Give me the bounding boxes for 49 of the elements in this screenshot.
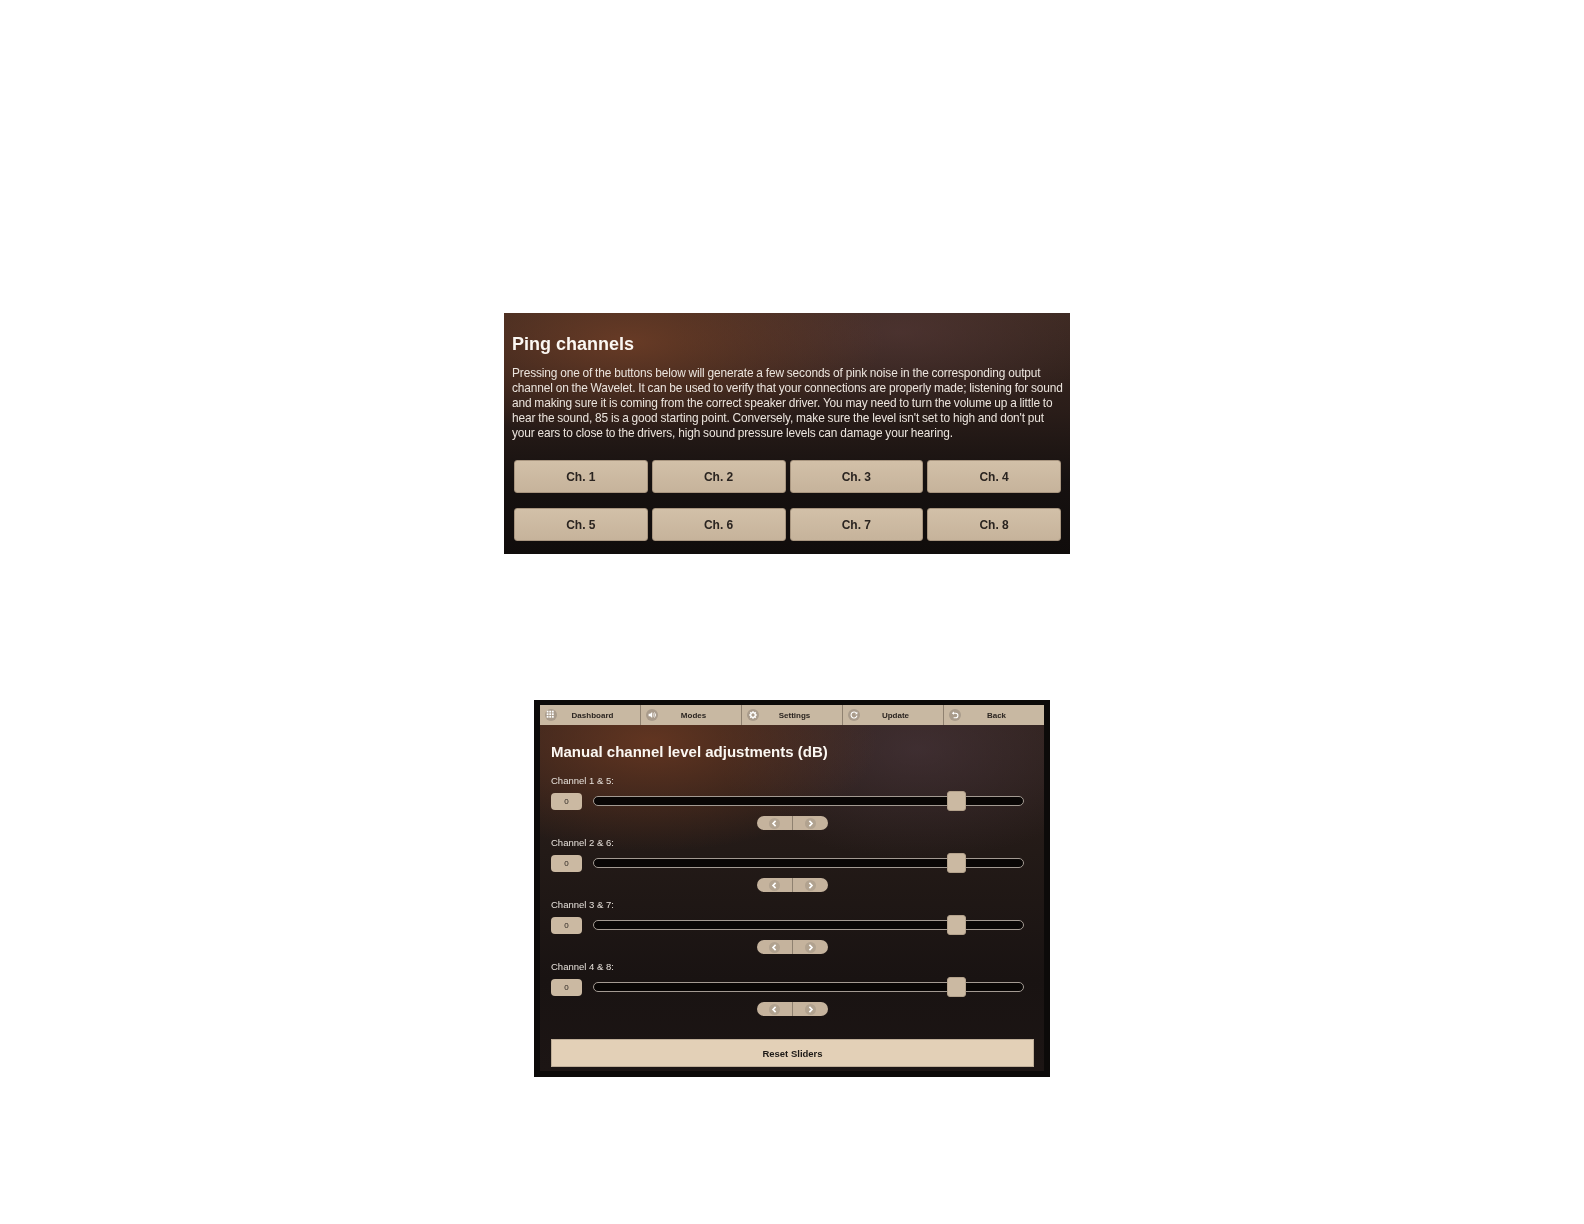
- slider-track[interactable]: [593, 915, 1024, 935]
- chevron-left-icon: [768, 879, 780, 891]
- step-left-button[interactable]: [757, 940, 793, 954]
- slider-thumb[interactable]: [947, 977, 967, 997]
- slider-track[interactable]: [593, 853, 1024, 873]
- panel-title: Ping channels: [512, 333, 636, 355]
- grid-icon: [545, 709, 557, 721]
- chevron-left-icon: [768, 941, 780, 953]
- gear-icon: [747, 709, 759, 721]
- value-field[interactable]: 0: [551, 792, 582, 810]
- undo-icon: [949, 709, 961, 721]
- step-right-button[interactable]: [792, 878, 828, 892]
- slider-track[interactable]: [593, 791, 1024, 811]
- description-text: Pressing one of the buttons below will generate a few seconds of pink noise in the corresponding output channel on the Wavelet. It can be used to verify that your connections are properly made; listening for sound and making sure it is coming from the correct speaker driver. You may need to turn the volume up a little to hear the sound, 85 is a good starting point. Conversely, make sure the level isn't set to high and don't put your ears to close to the drivers, high sound pressure levels can damage your hearing.: [512, 366, 1063, 441]
- panel-title: Manual channel level adjustments (dB): [551, 743, 828, 761]
- step-left-button[interactable]: [757, 816, 793, 830]
- step-right-button[interactable]: [792, 1002, 828, 1016]
- channel-button[interactable]: Ch. 2: [651, 460, 786, 493]
- step-left-button[interactable]: [757, 1002, 793, 1016]
- chevron-right-icon: [804, 879, 816, 891]
- channel-button[interactable]: Ch. 6: [651, 508, 786, 541]
- slider-thumb[interactable]: [947, 915, 967, 935]
- channel-label: Channel 1 & 5:: [551, 775, 614, 787]
- step-right-button[interactable]: [792, 940, 828, 954]
- value-field[interactable]: 0: [551, 978, 582, 996]
- chevron-left-icon: [768, 1003, 780, 1015]
- value-field[interactable]: 0: [551, 916, 582, 934]
- channel-button[interactable]: Ch. 3: [789, 460, 924, 493]
- channel-label: Channel 4 & 8:: [551, 961, 614, 973]
- chevron-right-icon: [804, 1003, 816, 1015]
- chevron-right-icon: [804, 941, 816, 953]
- slider-track[interactable]: [593, 977, 1024, 997]
- refresh-icon: [848, 709, 860, 721]
- channel-button[interactable]: Ch. 5: [514, 508, 648, 541]
- channel-button[interactable]: Ch. 7: [789, 508, 924, 541]
- chevron-left-icon: [768, 817, 780, 829]
- speaker-icon: [646, 709, 658, 721]
- reset-sliders-button[interactable]: Reset Sliders: [551, 1039, 1034, 1067]
- channel-button[interactable]: Ch. 1: [514, 460, 648, 493]
- channel-button[interactable]: Ch. 4: [927, 460, 1061, 493]
- channel-button[interactable]: Ch. 8: [927, 508, 1061, 541]
- channel-label: Channel 3 & 7:: [551, 899, 614, 911]
- slider-thumb[interactable]: [947, 853, 967, 873]
- step-left-button[interactable]: [757, 878, 793, 892]
- step-right-button[interactable]: [792, 816, 828, 830]
- slider-thumb[interactable]: [947, 791, 967, 811]
- value-field[interactable]: 0: [551, 854, 582, 872]
- channel-label: Channel 2 & 6:: [551, 837, 614, 849]
- chevron-right-icon: [804, 817, 816, 829]
